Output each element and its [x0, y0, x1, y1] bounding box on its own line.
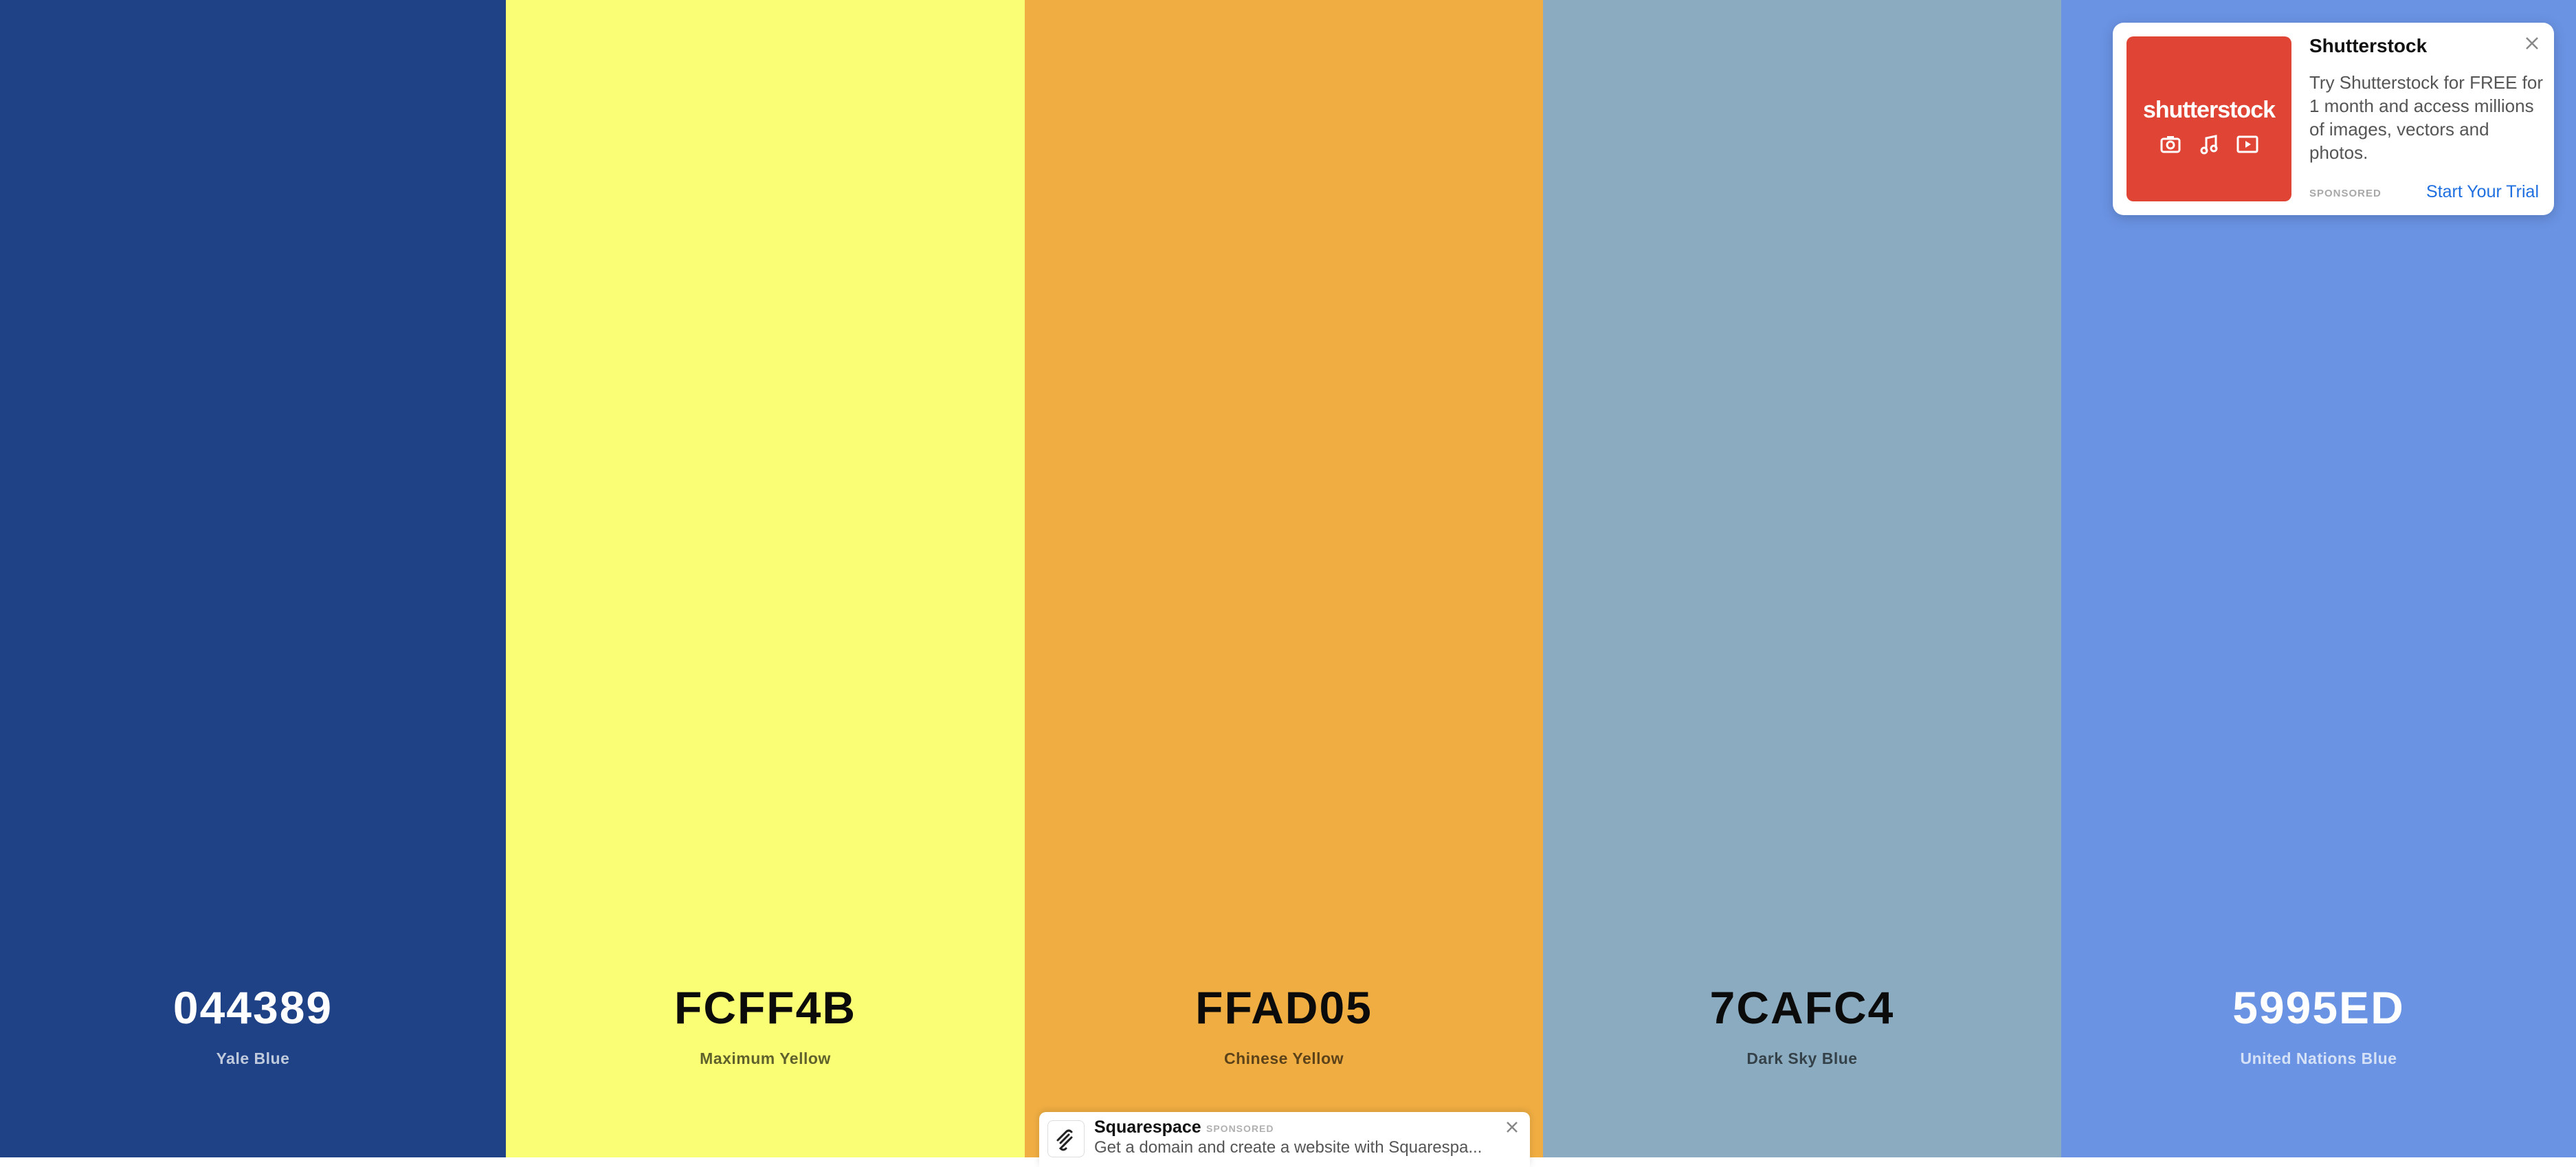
music-note-icon [2197, 133, 2221, 156]
squarespace-ad-banner[interactable]: Squarespace SPONSORED Get a domain and c… [1039, 1112, 1530, 1167]
swatch-color-name: Chinese Yellow [1223, 1049, 1344, 1067]
start-trial-link[interactable]: Start Your Trial [2426, 182, 2539, 202]
ad-title[interactable]: Shutterstock [2309, 35, 2427, 57]
shutterstock-logo[interactable]: shutterstock [2127, 36, 2291, 201]
sponsored-label: SPONSORED [2309, 188, 2381, 199]
swatch-hex-code[interactable]: 044389 [0, 979, 506, 1036]
sponsored-label: SPONSORED [1206, 1123, 1274, 1134]
shutterstock-ad-card[interactable]: shutterstock Shutterstock Try Shuttersto… [2113, 23, 2554, 215]
swatch-color-name: Maximum Yellow [700, 1049, 831, 1067]
swatch-yale-blue[interactable]: 044389 Yale Blue [0, 0, 506, 1157]
ad-description: Get a domain and create a website with S… [1094, 1138, 1483, 1157]
swatch-hex-code[interactable]: 7CAFC4 [1543, 979, 2061, 1036]
close-icon[interactable] [1504, 1119, 1520, 1135]
swatch-color-name: United Nations Blue [2240, 1049, 2397, 1067]
swatch-hex-code[interactable]: FFAD05 [1025, 979, 1543, 1036]
media-icons [2127, 133, 2291, 156]
swatch-color-name: Yale Blue [216, 1049, 290, 1067]
video-play-icon [2236, 133, 2259, 156]
camera-icon [2159, 133, 2182, 156]
swatch-hex-code[interactable]: FCFF4B [506, 979, 1025, 1036]
swatch-dark-sky-blue[interactable]: 7CAFC4 Dark Sky Blue [1543, 0, 2061, 1157]
close-icon[interactable] [2522, 34, 2542, 53]
ad-description: Try Shutterstock for FREE for 1 month an… [2309, 72, 2544, 163]
swatch-hex-code[interactable]: 5995ED [2061, 979, 2576, 1036]
swatch-chinese-yellow[interactable]: FFAD05 Chinese Yellow [1025, 0, 1543, 1157]
shutterstock-wordmark: shutterstock [2142, 97, 2276, 123]
squarespace-logo-icon [1047, 1120, 1085, 1157]
swatch-maximum-yellow[interactable]: FCFF4B Maximum Yellow [506, 0, 1025, 1157]
ad-title[interactable]: Squarespace [1094, 1118, 1201, 1137]
swatch-color-name: Dark Sky Blue [1746, 1049, 1858, 1067]
